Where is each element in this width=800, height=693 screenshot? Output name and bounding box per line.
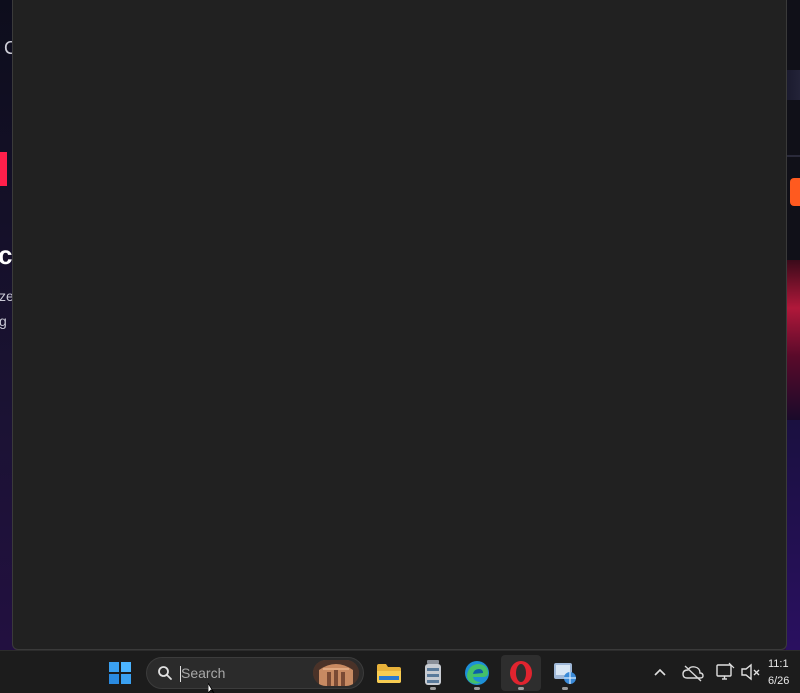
taskbar-file-explorer[interactable] [369, 655, 409, 691]
volume-muted-icon[interactable] [740, 662, 762, 682]
background-artwork [786, 260, 800, 420]
background-orange-button[interactable] [790, 178, 800, 206]
background-gradient [786, 420, 800, 650]
taskbar-opera[interactable] [501, 655, 541, 691]
taskbar-app-jar[interactable] [413, 655, 453, 691]
text-caret [180, 666, 181, 682]
edge-icon [465, 661, 489, 685]
jar-icon [425, 660, 441, 685]
start-button[interactable] [100, 655, 140, 691]
folder-icon [377, 664, 401, 683]
cloud-off-icon[interactable] [682, 663, 704, 683]
taskbar: 11:1 6/26 [0, 650, 800, 693]
opera-icon [510, 661, 532, 685]
background-right-band [786, 70, 800, 100]
display-icon[interactable] [715, 662, 735, 682]
clock-time: 11:1 [768, 658, 789, 670]
taskbar-app-network[interactable] [545, 655, 585, 691]
clock-date: 6/26 [768, 675, 790, 687]
taskbar-search-box[interactable] [146, 657, 364, 689]
search-highlight-image[interactable] [313, 660, 359, 686]
network-globe-icon [554, 663, 576, 684]
background-red-accent [0, 152, 7, 186]
mouse-cursor-icon [208, 683, 215, 693]
search-icon [157, 665, 173, 681]
system-clock[interactable]: 11:1 6/26 [768, 656, 800, 690]
background-text-line-2: g [0, 313, 7, 329]
running-indicator [562, 687, 568, 690]
desktop: C c ze g [0, 0, 800, 650]
windows-logo-icon [109, 662, 131, 684]
running-indicator [518, 687, 524, 690]
running-indicator [430, 687, 436, 690]
chevron-up-icon[interactable] [650, 663, 670, 683]
background-divider [786, 155, 800, 157]
taskbar-edge[interactable] [457, 655, 497, 691]
blank-window-panel[interactable] [12, 0, 787, 650]
background-heading-fragment: c [0, 240, 13, 270]
running-indicator [474, 687, 480, 690]
search-input[interactable] [181, 662, 311, 684]
